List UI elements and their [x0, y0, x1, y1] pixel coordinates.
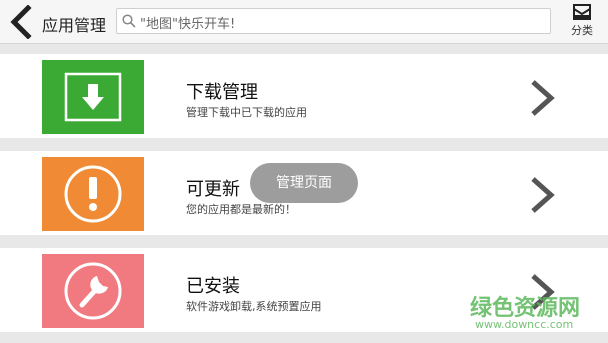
category-button[interactable]: 分类 — [562, 3, 602, 41]
search-icon — [122, 14, 136, 28]
inbox-icon — [573, 4, 591, 20]
wrench-icon — [64, 262, 122, 320]
update-tile — [42, 157, 144, 231]
back-arrow-icon[interactable] — [6, 5, 36, 39]
download-tile — [42, 60, 144, 134]
row-subtitle: 您的应用都是最新的！ — [186, 203, 296, 216]
row-subtitle: 管理下载中已下载的应用 — [186, 106, 307, 119]
download-icon — [64, 72, 122, 122]
watermark-url: www.downcc.com — [475, 318, 574, 331]
exclamation-icon — [64, 165, 122, 223]
top-bar: 应用管理 "地图"快乐开车! 分类 — [0, 0, 608, 44]
installed-tile — [42, 254, 144, 328]
search-input[interactable]: "地图"快乐开车! — [116, 8, 551, 34]
search-placeholder: "地图"快乐开车! — [140, 17, 236, 32]
list-item-download-manager[interactable]: 下载管理 管理下载中已下载的应用 — [0, 54, 608, 138]
row-title: 可更新 — [186, 179, 240, 200]
row-title: 下载管理 — [186, 82, 258, 103]
row-subtitle: 软件游戏卸载,系统预置应用 — [186, 300, 322, 313]
page-title: 应用管理 — [42, 16, 107, 35]
row-title: 已安装 — [186, 276, 240, 297]
category-label: 分类 — [571, 24, 593, 37]
chevron-right-icon[interactable] — [527, 175, 557, 215]
chevron-right-icon[interactable] — [527, 78, 557, 118]
toast-message: 管理页面 — [250, 163, 358, 203]
